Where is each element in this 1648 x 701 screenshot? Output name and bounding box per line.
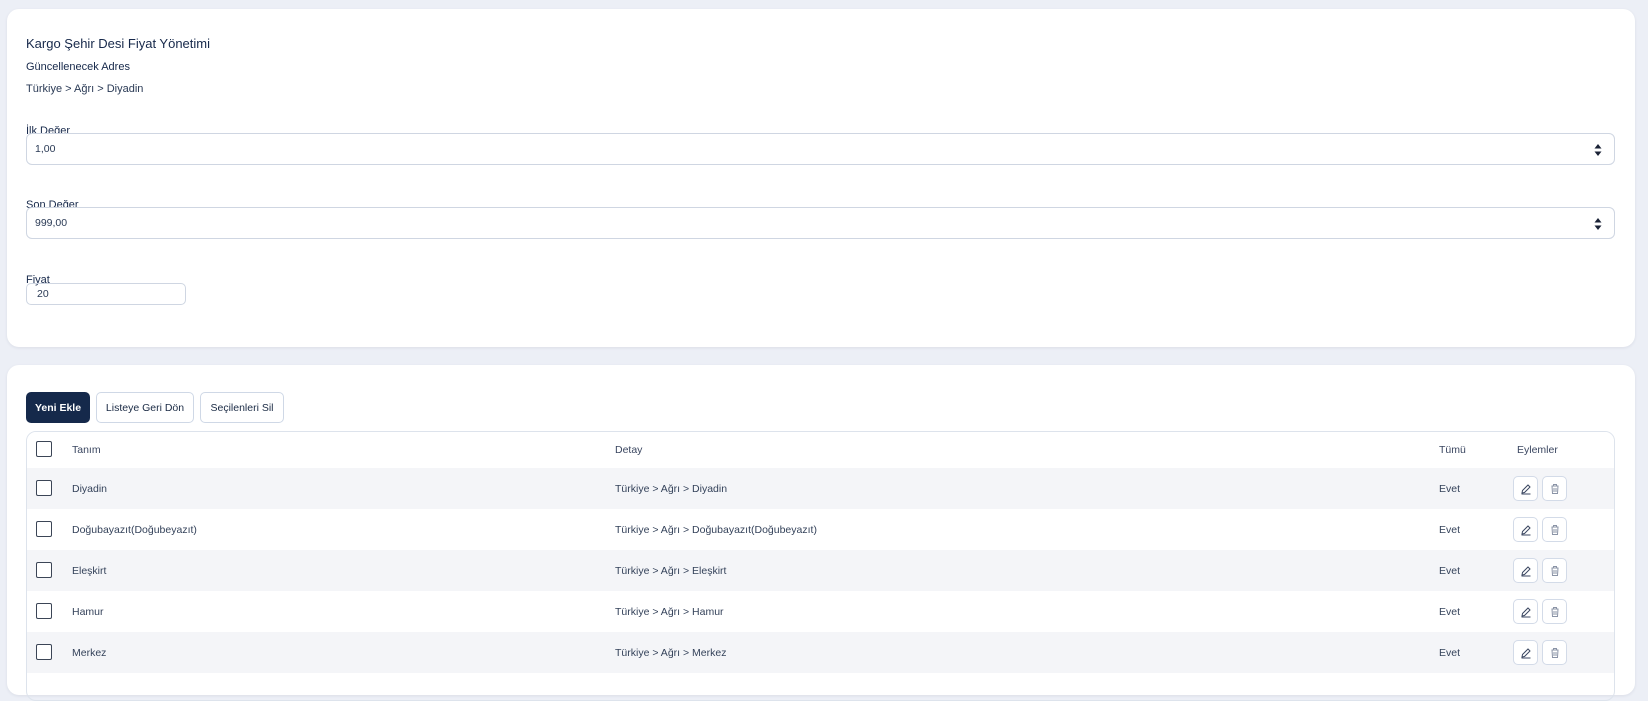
row-name: Eleşkirt — [72, 565, 107, 577]
row-all: Evet — [1439, 647, 1461, 659]
table-row: Doğubayazıt(Doğubeyazıt) Türkiye > Ağrı … — [27, 509, 1614, 550]
header-name: Tanım — [72, 444, 101, 456]
table-row: Diyadin Türkiye > Ağrı > Diyadin Evet — [27, 468, 1614, 509]
header-detail: Detay — [615, 444, 643, 456]
spinner-arrows-icon[interactable] — [1594, 217, 1602, 231]
last-value-input[interactable]: 999,00 — [26, 207, 1615, 239]
address-value: Türkiye > Ağrı > Diyadin — [26, 83, 144, 95]
pencil-icon — [1520, 606, 1531, 617]
first-value-input[interactable]: 1,00 — [26, 133, 1615, 165]
row-all: Evet — [1439, 565, 1461, 577]
row-all: Evet — [1439, 483, 1461, 495]
row-checkbox[interactable] — [36, 521, 52, 537]
table-row: Merkez Türkiye > Ağrı > Merkez Evet — [27, 632, 1614, 673]
page-title: Kargo Şehir Desi Fiyat Yönetimi — [26, 36, 211, 51]
pencil-icon — [1520, 483, 1531, 494]
table-row: Hamur Türkiye > Ağrı > Hamur Evet — [27, 591, 1614, 632]
row-detail: Türkiye > Ağrı > Hamur — [615, 606, 724, 618]
form-card: Kargo Şehir Desi Fiyat Yönetimi Güncelle… — [7, 9, 1635, 347]
trash-icon — [1551, 565, 1558, 576]
delete-button[interactable] — [1542, 517, 1567, 542]
row-detail: Türkiye > Ağrı > Merkez — [615, 647, 727, 659]
trash-icon — [1551, 483, 1558, 494]
price-input[interactable]: 20 — [26, 283, 186, 305]
header-actions: Eylemler — [1517, 444, 1558, 456]
pencil-icon — [1520, 647, 1531, 658]
delete-button[interactable] — [1542, 640, 1567, 665]
edit-button[interactable] — [1513, 640, 1538, 665]
edit-button[interactable] — [1513, 476, 1538, 501]
row-name: Doğubayazıt(Doğubeyazıt) — [72, 524, 197, 536]
row-checkbox[interactable] — [36, 480, 52, 496]
delete-selected-button[interactable]: Seçilenleri Sil — [200, 392, 284, 423]
row-name: Merkez — [72, 647, 107, 659]
row-all: Evet — [1439, 606, 1461, 618]
header-all: Tümü — [1439, 444, 1466, 456]
table-header: Tanım Detay Tümü Eylemler — [27, 432, 1614, 468]
delete-button[interactable] — [1542, 476, 1567, 501]
address-label: Güncellenecek Adres — [26, 61, 130, 73]
spinner-arrows-icon[interactable] — [1594, 143, 1602, 157]
edit-button[interactable] — [1513, 558, 1538, 583]
row-detail: Türkiye > Ağrı > Eleşkirt — [615, 565, 727, 577]
pencil-icon — [1520, 524, 1531, 535]
row-detail: Türkiye > Ağrı > Diyadin — [615, 483, 728, 495]
row-name: Hamur — [72, 606, 104, 618]
delete-button[interactable] — [1542, 558, 1567, 583]
delete-button[interactable] — [1542, 599, 1567, 624]
back-to-list-button[interactable]: Listeye Geri Dön — [96, 392, 194, 423]
city-table: Tanım Detay Tümü Eylemler Diyadin Türkiy… — [26, 431, 1615, 701]
trash-icon — [1551, 524, 1558, 535]
row-detail: Türkiye > Ağrı > Doğubayazıt(Doğubeyazıt… — [615, 524, 817, 536]
edit-button[interactable] — [1513, 517, 1538, 542]
pencil-icon — [1520, 565, 1531, 576]
row-checkbox[interactable] — [36, 644, 52, 660]
row-name: Diyadin — [72, 483, 108, 495]
last-value-text: 999,00 — [35, 217, 68, 229]
trash-icon — [1551, 647, 1558, 658]
edit-button[interactable] — [1513, 599, 1538, 624]
first-value-text: 1,00 — [35, 143, 56, 155]
price-text: 20 — [37, 288, 49, 300]
row-checkbox[interactable] — [36, 562, 52, 578]
trash-icon — [1551, 606, 1558, 617]
row-all: Evet — [1439, 524, 1461, 536]
table-row: Eleşkirt Türkiye > Ağrı > Eleşkirt Evet — [27, 550, 1614, 591]
select-all-checkbox[interactable] — [36, 441, 52, 457]
list-card: Yeni Ekle Listeye Geri Dön Seçilenleri S… — [7, 365, 1635, 701]
add-new-button[interactable]: Yeni Ekle — [26, 392, 90, 423]
row-checkbox[interactable] — [36, 603, 52, 619]
